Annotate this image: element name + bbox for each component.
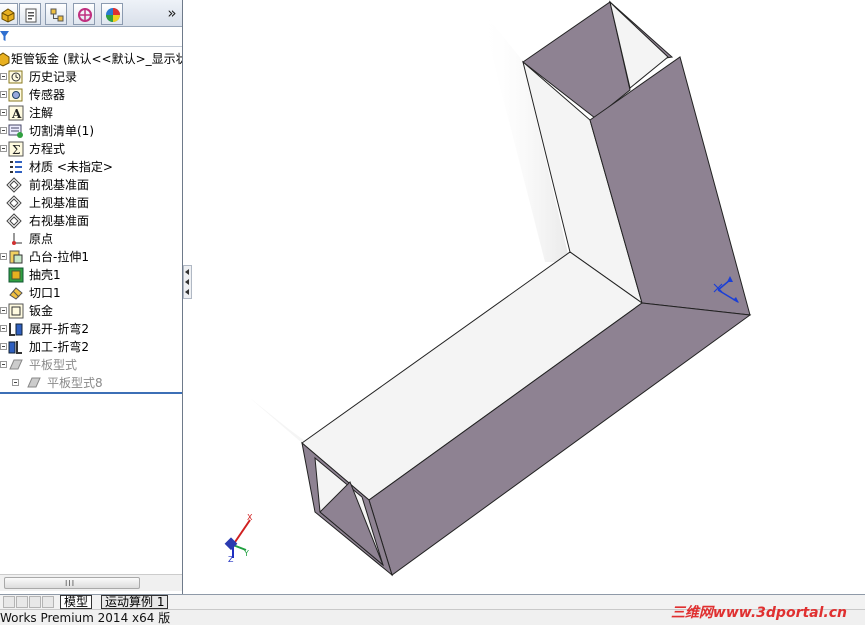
graphics-viewport[interactable]: X Y Z bbox=[184, 0, 865, 594]
plane-icon bbox=[6, 195, 22, 211]
expand-toggle[interactable] bbox=[0, 343, 7, 350]
expand-toggle[interactable] bbox=[0, 307, 7, 314]
tree-item-shell1[interactable]: 抽壳1 bbox=[0, 266, 182, 284]
tree-item-sensors[interactable]: 传感器 bbox=[0, 86, 182, 104]
tree-item-equations[interactable]: Σ 方程式 bbox=[0, 140, 182, 158]
manager-tab-strip: » bbox=[0, 0, 182, 27]
tree-item-right-plane[interactable]: 右视基准面 bbox=[0, 212, 182, 230]
triad-z-label: Z bbox=[228, 555, 234, 564]
tree-item-origin[interactable]: 原点 bbox=[0, 230, 182, 248]
featuremanager-tab-icon[interactable] bbox=[0, 3, 18, 25]
svg-text:Σ: Σ bbox=[12, 143, 20, 157]
part-icon bbox=[0, 52, 10, 67]
expand-toggle[interactable] bbox=[0, 325, 7, 332]
tree-item-cut-list[interactable]: 切割清单(1) bbox=[0, 122, 182, 140]
grip-icon: III bbox=[65, 579, 76, 588]
more-tabs-button[interactable]: » bbox=[164, 2, 180, 24]
expand-toggle[interactable] bbox=[12, 379, 19, 386]
material-icon bbox=[10, 161, 22, 173]
annotation-icon: A bbox=[8, 105, 24, 121]
orientation-triad: X Y Z bbox=[224, 513, 253, 564]
unfold-icon bbox=[9, 323, 23, 336]
sensor-icon bbox=[8, 88, 23, 102]
expand-toggle[interactable] bbox=[0, 145, 7, 152]
rip-icon bbox=[9, 287, 23, 300]
triad-y-label: Y bbox=[243, 549, 249, 558]
plane-icon bbox=[6, 177, 22, 193]
tree-item-unfold-bend2[interactable]: 展开-折弯2 bbox=[0, 320, 182, 338]
cut-list-icon bbox=[8, 124, 23, 138]
tree-item-top-plane[interactable]: 上视基准面 bbox=[0, 194, 182, 212]
expand-toggle[interactable] bbox=[0, 109, 7, 116]
tree-item-part[interactable]: 矩管钣金 (默认<<默认>_显示状 bbox=[0, 50, 182, 68]
tree-item-process-bend2[interactable]: 加工-折弯2 bbox=[0, 338, 182, 356]
tree-item-flat-pattern8[interactable]: 平板型式8 bbox=[0, 374, 182, 392]
expand-toggle[interactable] bbox=[0, 91, 7, 98]
tab-motion-study[interactable]: 运动算例 1 bbox=[101, 595, 169, 609]
dimxpert-tab-icon[interactable] bbox=[73, 3, 95, 25]
tree-item-sheet-metal[interactable]: 钣金 bbox=[0, 302, 182, 320]
sheet-metal-icon bbox=[8, 303, 24, 319]
tab-model[interactable]: 模型 bbox=[60, 595, 93, 609]
tree-item-rip1[interactable]: 切口1 bbox=[0, 284, 182, 302]
boss-extrude-icon bbox=[9, 250, 23, 264]
plane-icon bbox=[6, 213, 22, 229]
configurationmanager-tab-icon[interactable] bbox=[45, 3, 67, 25]
flat-pattern-icon bbox=[27, 377, 41, 388]
last-tab-icon[interactable] bbox=[42, 596, 54, 608]
watermark: 三维网www.3dportal.cn bbox=[670, 605, 847, 621]
expand-toggle[interactable] bbox=[0, 253, 7, 260]
expand-toggle[interactable] bbox=[0, 73, 7, 80]
tree-item-flat-pattern[interactable]: 平板型式 bbox=[0, 356, 182, 374]
flat-pattern-icon bbox=[9, 359, 23, 370]
tree-item-history[interactable]: 历史记录 bbox=[0, 68, 182, 86]
first-tab-icon[interactable] bbox=[3, 596, 15, 608]
status-text: Works Premium 2014 x64 版 bbox=[0, 611, 171, 625]
tree-item-material[interactable]: 材质 <未指定> bbox=[0, 158, 182, 176]
scrollbar-thumb[interactable]: III bbox=[4, 577, 140, 589]
process-bend-icon bbox=[8, 341, 22, 354]
display-manager-tab-icon[interactable] bbox=[101, 3, 123, 25]
filter-icon[interactable] bbox=[0, 30, 10, 42]
model-view[interactable]: X Y Z bbox=[184, 0, 865, 594]
tree-item-front-plane[interactable]: 前视基准面 bbox=[0, 176, 182, 194]
svg-text:A: A bbox=[11, 107, 22, 121]
tree-filter-row[interactable] bbox=[0, 27, 182, 47]
horizontal-scrollbar[interactable]: III bbox=[0, 574, 182, 591]
prev-tab-icon[interactable] bbox=[16, 596, 28, 608]
history-icon bbox=[8, 70, 23, 84]
equation-icon: Σ bbox=[8, 141, 24, 157]
next-tab-icon[interactable] bbox=[29, 596, 41, 608]
tree-item-boss-extrude1[interactable]: 凸台-拉伸1 bbox=[0, 248, 182, 266]
tree-divider bbox=[0, 392, 182, 394]
expand-toggle[interactable] bbox=[0, 361, 7, 368]
propertymanager-tab-icon[interactable] bbox=[19, 3, 41, 25]
tree-item-annotations[interactable]: A 注解 bbox=[0, 104, 182, 122]
feature-manager-panel: » 矩管钣金 (默认<<默认>_显示状 历史记录 传感器 A 注解 切割清单(1… bbox=[0, 0, 183, 594]
triad-x-label: X bbox=[247, 513, 253, 522]
expand-toggle[interactable] bbox=[0, 127, 7, 134]
shell-icon bbox=[8, 267, 24, 283]
origin-icon bbox=[12, 233, 22, 245]
